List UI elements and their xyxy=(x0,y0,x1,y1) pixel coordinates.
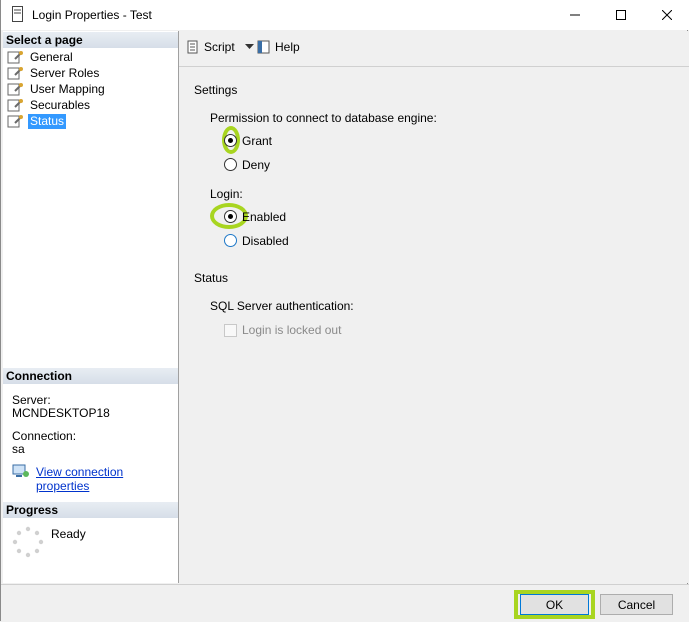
script-icon xyxy=(187,40,198,54)
page-item-user-mapping[interactable]: User Mapping xyxy=(7,81,107,97)
enabled-label: Enabled xyxy=(242,210,287,224)
grant-radio[interactable] xyxy=(224,134,237,147)
deny-label: Deny xyxy=(242,158,271,172)
page-wrench-icon xyxy=(7,99,23,112)
page-item-server-roles[interactable]: Server Roles xyxy=(7,65,101,81)
enabled-radio[interactable] xyxy=(224,210,237,223)
locked-out-checkbox xyxy=(224,324,237,337)
page-wrench-icon xyxy=(7,67,23,80)
page-item-label: Status xyxy=(28,113,67,129)
maximize-button[interactable] xyxy=(598,0,644,30)
help-button[interactable]: Help xyxy=(256,39,300,55)
chevron-down-icon[interactable] xyxy=(244,44,254,50)
progress-heading: Progress xyxy=(3,502,178,518)
page-item-label: User Mapping xyxy=(30,81,105,96)
permission-label: Permission to connect to database engine… xyxy=(210,111,437,125)
minimize-button[interactable] xyxy=(552,0,598,30)
locked-out-label: Login is locked out xyxy=(242,323,342,337)
select-page-heading: Select a page xyxy=(3,32,178,48)
view-connection-properties-link[interactable]: View connection properties xyxy=(36,465,178,493)
sql-auth-label: SQL Server authentication: xyxy=(210,299,354,313)
page-item-status[interactable]: Status xyxy=(7,113,67,129)
close-button[interactable] xyxy=(644,0,689,30)
title-bar: Login Properties - Test xyxy=(1,0,689,30)
toolbar: Script Help xyxy=(179,31,689,67)
login-label: Login: xyxy=(210,187,243,201)
progress-status: Ready xyxy=(51,527,86,541)
connection-value: sa xyxy=(12,442,25,456)
help-icon xyxy=(257,40,270,54)
page-item-securables[interactable]: Securables xyxy=(7,97,92,113)
connection-heading: Connection xyxy=(3,368,178,384)
status-heading: Status xyxy=(194,271,229,285)
window-title: Login Properties - Test xyxy=(32,8,152,22)
page-item-label: Securables xyxy=(30,97,91,112)
maximize-icon xyxy=(616,10,626,20)
left-pane: Select a page General Server Roles User … xyxy=(3,31,179,583)
script-label: Script xyxy=(204,40,235,54)
ok-highlight xyxy=(514,590,595,619)
page-wrench-icon xyxy=(7,83,23,96)
connection-properties-icon xyxy=(12,464,29,477)
page-wrench-icon xyxy=(7,115,23,128)
page-wrench-icon xyxy=(7,51,23,64)
status-page-content: Settings Permission to connect to databa… xyxy=(179,67,689,583)
page-item-label: General xyxy=(30,49,73,64)
page-item-general[interactable]: General xyxy=(7,49,75,65)
progress-spinner-icon xyxy=(12,526,44,558)
login-properties-window: Login Properties - Test Select a page Ge… xyxy=(0,0,689,622)
disabled-radio[interactable] xyxy=(224,234,237,247)
cancel-button[interactable]: Cancel xyxy=(600,594,673,615)
server-label: Server: xyxy=(12,393,51,407)
disabled-label: Disabled xyxy=(242,234,289,248)
page-item-label: Server Roles xyxy=(30,65,100,80)
grant-label: Grant xyxy=(242,134,273,148)
close-icon xyxy=(662,10,672,20)
database-icon xyxy=(12,6,23,22)
button-bar: OK Cancel xyxy=(1,584,689,622)
settings-heading: Settings xyxy=(194,83,238,97)
help-label: Help xyxy=(275,40,300,54)
server-value: MCNDESKTOP18 xyxy=(12,406,110,420)
minimize-icon xyxy=(570,14,580,16)
deny-radio[interactable] xyxy=(224,158,237,171)
connection-label: Connection: xyxy=(12,429,77,443)
script-button[interactable]: Script xyxy=(185,39,254,55)
